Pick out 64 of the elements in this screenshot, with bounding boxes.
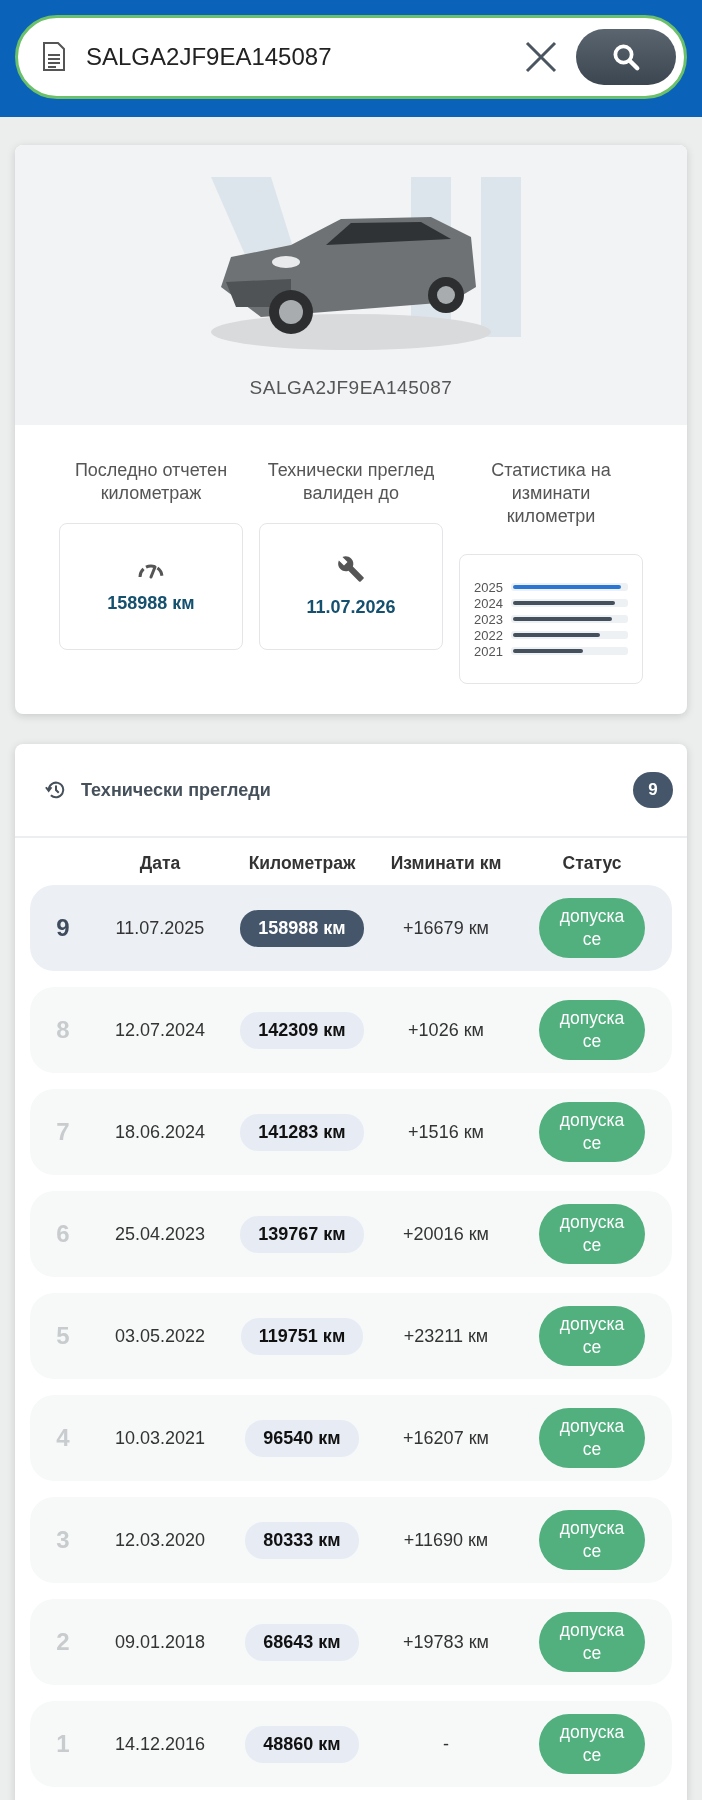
column-header: Дата — [138, 852, 182, 875]
status-badge: допуска се — [539, 1102, 645, 1162]
year-label: 2024 — [474, 595, 503, 611]
year-label: 2023 — [474, 611, 503, 627]
distance-cell-text: +11690 км — [402, 1529, 490, 1551]
date-cell-text: 25.04.2023 — [113, 1223, 207, 1245]
mileage-badge: 68643 км — [245, 1623, 359, 1661]
date-cell-text: 03.05.2022 — [113, 1325, 207, 1347]
distance-cell-text: +20016 км — [402, 1223, 490, 1245]
mileage-badge: 119751 км — [240, 1317, 364, 1355]
mileage-badge: 142309 км — [240, 1011, 364, 1049]
column-header: Статус — [561, 852, 623, 875]
column-header: Километраж — [247, 852, 357, 875]
column-header: Изминати км — [389, 852, 503, 875]
distance-cell-text: +19783 км — [402, 1631, 490, 1653]
mileage-badge: 139767 км — [240, 1215, 364, 1253]
stat-label: Технически преглед валиден до — [266, 459, 436, 505]
status-badge: допуска се — [539, 1204, 645, 1264]
year-label: 2022 — [474, 627, 503, 643]
search-field[interactable]: SALGA2JF9EA145087 — [15, 15, 687, 99]
distance-cell-text: +16207 км — [402, 1427, 490, 1449]
search-button[interactable] — [576, 29, 676, 85]
date-cell-text: 11.07.2025 — [114, 917, 206, 939]
stat-value: 11.07.2026 — [306, 597, 396, 618]
document-icon — [42, 42, 66, 72]
count-badge: 9 — [633, 772, 673, 808]
status-badge: допуска се — [539, 1510, 645, 1570]
mileage-badge: 141283 км — [240, 1113, 364, 1151]
mileage-badge: 158988 км — [240, 909, 364, 947]
stat-value: 158988 км — [107, 593, 195, 614]
mileage-badge: 48860 км — [245, 1725, 359, 1763]
date-cell-text: 09.01.2018 — [113, 1631, 207, 1653]
status-badge: допуска се — [539, 1714, 645, 1774]
search-icon — [611, 42, 641, 72]
section-title: Технически прегледи — [81, 779, 272, 801]
inspection-row[interactable]: 9 11.07.2025 158988 км +16679 км допуска се — [30, 885, 672, 971]
status-badge: допуска се — [539, 1000, 645, 1060]
date-cell-text: 12.07.2024 — [113, 1019, 207, 1041]
year-label: 2021 — [474, 643, 503, 659]
status-badge: допуска се — [539, 1408, 645, 1468]
status-badge: допуска се — [539, 898, 645, 958]
year-label: 2025 — [474, 579, 503, 595]
mileage-badge: 96540 км — [245, 1419, 359, 1457]
stat-label: Последно отчетен километраж — [73, 459, 229, 505]
row-number: 9 — [55, 914, 71, 942]
history-icon — [45, 779, 67, 801]
distance-cell-text: +16679 км — [402, 917, 490, 939]
clear-button[interactable] — [524, 40, 558, 74]
wrench-icon — [337, 555, 365, 583]
date-cell-text: 14.12.2016 — [113, 1733, 207, 1755]
date-cell-text: 12.03.2020 — [113, 1529, 207, 1551]
mileage-badge: 80333 км — [245, 1521, 359, 1559]
date-cell-text: 18.06.2024 — [113, 1121, 207, 1143]
date-cell-text: 10.03.2021 — [113, 1427, 207, 1449]
status-badge: допуска се — [539, 1306, 645, 1366]
distance-cell-text: +23211 км — [402, 1325, 490, 1347]
vin-text: SALGA2JF9EA145087 — [249, 377, 453, 399]
distance-cell-text: +1516 км — [407, 1121, 485, 1143]
distance-cell-text: +1026 км — [407, 1019, 485, 1041]
distance-cell-text: - — [442, 1733, 450, 1755]
stat-label: Статистика на изминати километри — [490, 459, 612, 528]
close-icon — [524, 40, 558, 74]
status-badge: допуска се — [539, 1612, 645, 1672]
search-input[interactable]: SALGA2JF9EA145087 — [84, 42, 506, 72]
